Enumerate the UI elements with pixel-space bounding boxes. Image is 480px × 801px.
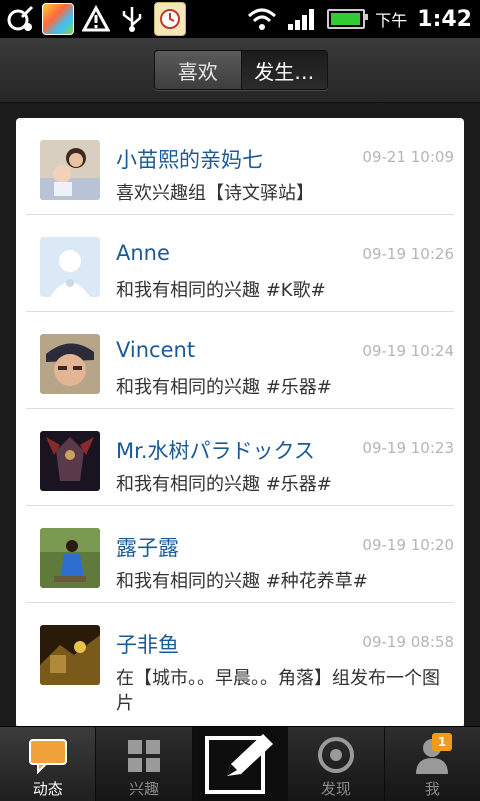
activity-text: 和我有相同的兴趣 #乐器# xyxy=(116,377,332,398)
user-name[interactable]: Vincent xyxy=(116,338,195,362)
timestamp: 09-21 10:09 xyxy=(362,148,454,166)
avatar[interactable] xyxy=(40,334,100,394)
notification-icons xyxy=(6,2,186,36)
timestamp: 09-19 10:20 xyxy=(362,536,454,554)
chat-bubble-icon xyxy=(28,739,67,774)
clock-app-icon xyxy=(154,2,186,36)
list-item[interactable]: 子非鱼 09-19 08:58 在【城市。。早晨。。角落】组发布一个图片 xyxy=(26,603,454,721)
avatar[interactable] xyxy=(40,237,100,297)
grid-icon xyxy=(128,740,161,772)
activity-text: 和我有相同的兴趣 #种花养草# xyxy=(116,571,368,592)
nav-interests[interactable]: 兴趣 xyxy=(96,727,193,801)
nav-label: 兴趣 xyxy=(129,780,160,798)
timestamp: 09-19 08:58 xyxy=(362,633,454,651)
warning-icon xyxy=(82,5,110,33)
avatar[interactable] xyxy=(40,625,100,685)
game-app-icon xyxy=(42,3,74,35)
status-bar: 下午 1:42 xyxy=(0,0,480,38)
tab-happening[interactable]: 发生… xyxy=(241,51,327,89)
tab-likes[interactable]: 喜欢 xyxy=(155,51,242,89)
signal-icon xyxy=(288,9,315,30)
activity-text: 喜欢兴趣组【诗文驿站】 xyxy=(116,183,314,204)
notification-badge: 1 xyxy=(432,733,453,751)
nav-feed[interactable]: 动态 xyxy=(0,727,97,801)
activity-text: 在【城市。。早晨。。角落】组发布一个图片 xyxy=(116,668,440,714)
timestamp: 09-19 10:24 xyxy=(362,342,454,360)
bottom-nav: 动态 兴趣 发现 1 我 xyxy=(0,726,480,801)
avatar[interactable] xyxy=(40,140,100,200)
list-item[interactable]: 小苗熙的亲妈七 09-21 10:09 喜欢兴趣组【诗文驿站】 xyxy=(26,118,454,215)
compose-button[interactable] xyxy=(192,727,289,801)
usb-icon xyxy=(118,5,146,33)
feed-list: 小苗熙的亲妈七 09-21 10:09 喜欢兴趣组【诗文驿站】 Anne 09-… xyxy=(16,118,464,728)
header: 喜欢 发生… xyxy=(0,38,480,103)
user-name[interactable]: Mr.水树パラドックス xyxy=(116,435,315,465)
status-clock: 1:42 xyxy=(417,6,472,32)
notification-icon xyxy=(6,5,34,33)
compose-icon xyxy=(204,734,273,794)
user-name[interactable]: 子非鱼 xyxy=(116,629,179,659)
nav-discover[interactable]: 发现 xyxy=(288,727,385,801)
user-name[interactable]: 露子露 xyxy=(116,532,179,562)
status-ampm: 下午 xyxy=(375,11,408,30)
avatar[interactable] xyxy=(40,528,100,588)
avatar[interactable] xyxy=(40,431,100,491)
target-icon xyxy=(317,737,354,773)
battery-icon xyxy=(327,9,369,29)
user-name[interactable]: 小苗熙的亲妈七 xyxy=(116,144,263,174)
nav-label: 发现 xyxy=(320,780,351,798)
system-icons: 下午 1:42 xyxy=(247,0,472,38)
list-item[interactable]: 露子露 09-19 10:20 和我有相同的兴趣 #种花养草# xyxy=(26,506,454,603)
activity-text: 和我有相同的兴趣 #K歌# xyxy=(116,280,326,301)
timestamp: 09-19 10:23 xyxy=(362,439,454,457)
timestamp: 09-19 10:26 xyxy=(362,245,454,263)
user-name[interactable]: Anne xyxy=(116,241,170,265)
list-item[interactable]: Anne 09-19 10:26 和我有相同的兴趣 #K歌# xyxy=(26,215,454,312)
segmented-tabs: 喜欢 发生… xyxy=(154,50,328,90)
list-item[interactable]: Vincent 09-19 10:24 和我有相同的兴趣 #乐器# xyxy=(26,312,454,409)
nav-label: 动态 xyxy=(32,780,63,798)
nav-me[interactable]: 1 我 xyxy=(385,727,480,801)
wifi-icon xyxy=(248,8,277,30)
activity-text: 和我有相同的兴趣 #乐器# xyxy=(116,474,332,495)
list-item[interactable]: Mr.水树パラドックス 09-19 10:23 和我有相同的兴趣 #乐器# xyxy=(26,409,454,506)
nav-label: 我 xyxy=(424,780,440,798)
